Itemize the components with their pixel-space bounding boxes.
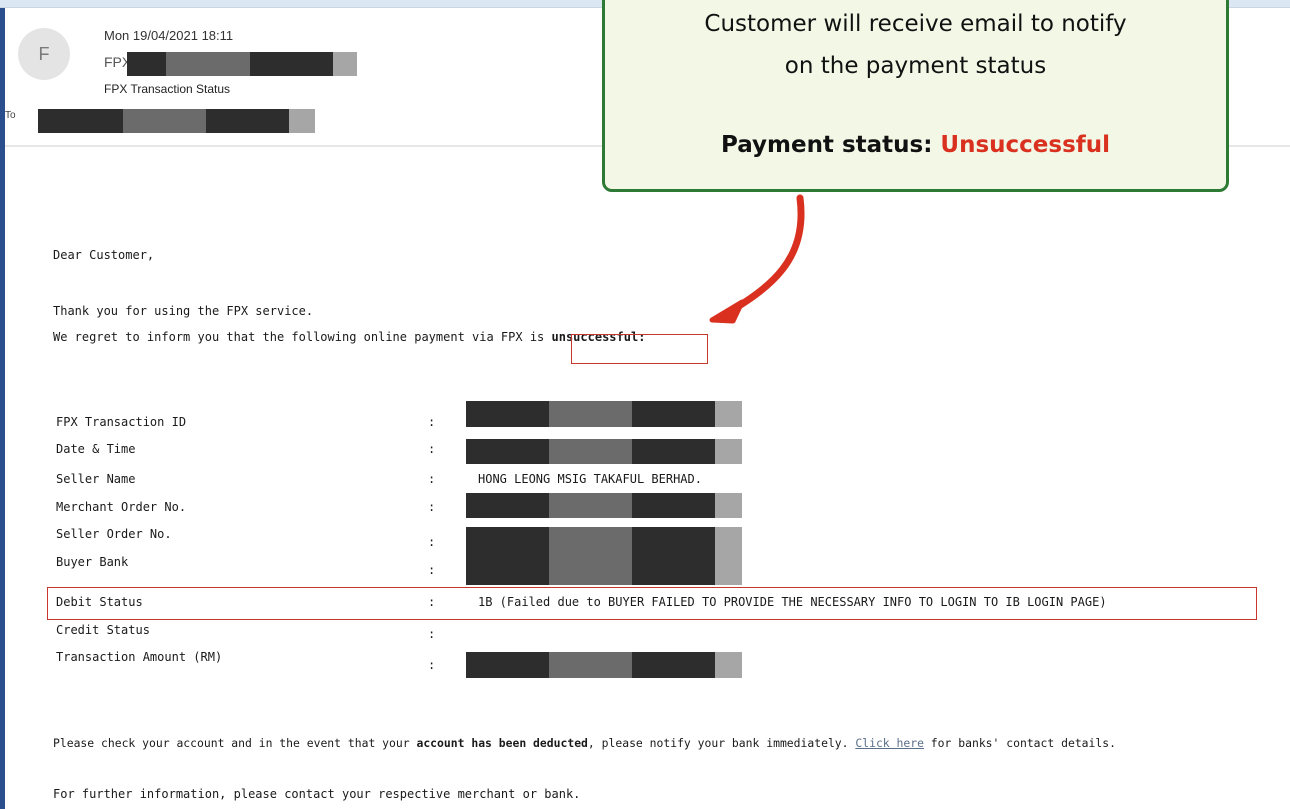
sender-avatar[interactable]: F — [18, 28, 70, 80]
deducted-notice: Please check your account and in the eve… — [53, 736, 1116, 750]
date-time-redaction — [466, 439, 742, 464]
callout-status-label: Payment status: — [720, 132, 933, 158]
callout-status-value: Unsuccessful — [940, 132, 1111, 158]
unsuccessful-highlight-box — [571, 334, 708, 364]
debit-status-highlight-box — [47, 587, 1257, 620]
sender-email-redaction — [127, 52, 421, 76]
deducted-text-2: , please notify your bank immediately. — [587, 736, 856, 750]
callout-status: Payment status: Unsuccessful — [605, 132, 1226, 158]
seller-name-value: HONG LEONG MSIG TAKAFUL BERHAD. — [478, 472, 702, 486]
thanks-line: Thank you for using the FPX service. — [53, 304, 314, 318]
transaction-id-redaction — [466, 401, 742, 427]
callout-line-2: on the payment status — [784, 53, 1047, 79]
transaction-amount-redaction — [466, 652, 742, 678]
regret-line: We regret to inform you that the followi… — [53, 330, 645, 344]
merchant-order-redaction — [466, 493, 742, 518]
greeting: Dear Customer, — [53, 248, 155, 262]
row-label-credit-status: Credit Status — [56, 623, 150, 637]
email-date: Mon 19/04/2021 18:11 — [104, 28, 234, 43]
row-label-merchant-order: Merchant Order No. — [56, 500, 187, 514]
annotation-callout: Customer will receive email to notify on… — [602, 0, 1229, 192]
row-label-seller-order: Seller Order No. — [56, 527, 172, 541]
row-label-transaction-id: FPX Transaction ID — [56, 415, 187, 429]
row-sep: : — [428, 535, 436, 549]
seller-order-redaction — [466, 527, 742, 585]
recipient-label: To — [5, 110, 16, 121]
recipient-redaction — [38, 109, 315, 133]
deducted-bold: account has been deducted — [416, 736, 588, 750]
row-sep: : — [428, 472, 436, 486]
row-sep: : — [428, 658, 436, 672]
row-label-seller-name: Seller Name — [56, 472, 136, 486]
row-sep: : — [428, 563, 436, 577]
deducted-text-3: for banks' contact details. — [923, 736, 1116, 750]
email-subject: FPX Transaction Status — [104, 82, 231, 96]
bank-contacts-link[interactable]: Click here — [855, 736, 924, 750]
row-label-buyer-bank: Buyer Bank — [56, 555, 129, 569]
callout-arrow-icon — [709, 194, 805, 324]
avatar-initial: F — [38, 43, 50, 64]
row-label-date-time: Date & Time — [56, 442, 136, 456]
row-label-transaction-amount: Transaction Amount (RM) — [56, 650, 223, 664]
further-info-line: For further information, please contact … — [53, 787, 581, 801]
row-sep: : — [428, 627, 436, 641]
regret-prefix: We regret to inform you that the followi… — [53, 330, 552, 344]
deducted-text-1: Please check your account and in the eve… — [53, 736, 417, 750]
row-sep: : — [428, 500, 436, 514]
row-sep: : — [428, 415, 436, 429]
row-sep: : — [428, 442, 436, 456]
callout-line-1: Customer will receive email to notify — [704, 11, 1127, 37]
